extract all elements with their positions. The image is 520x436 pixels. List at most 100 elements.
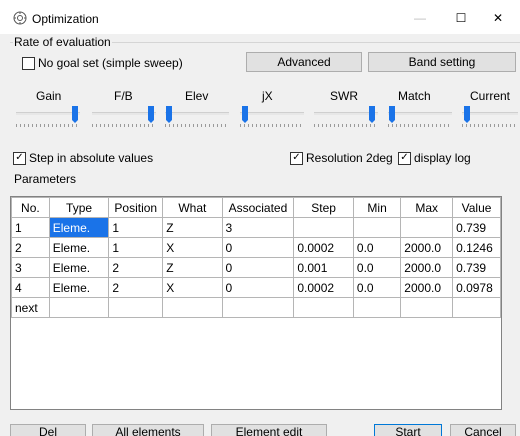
- elev-slider-thumb[interactable]: [166, 106, 172, 123]
- max-cell[interactable]: 2000.0: [400, 277, 454, 298]
- jx-slider-thumb[interactable]: [242, 106, 248, 123]
- table-row[interactable]: next: [11, 297, 501, 318]
- parameters-table: No. Type Position What Associated Step M…: [11, 197, 501, 318]
- no-goal-checkbox-box[interactable]: [22, 56, 35, 70]
- associated-cell[interactable]: 3: [221, 217, 295, 238]
- column-header-associated[interactable]: Associated: [221, 197, 295, 218]
- all-elements-button[interactable]: All elements: [92, 424, 204, 436]
- elev-label: Elev: [185, 89, 209, 103]
- parameters-label: Parameters: [14, 172, 77, 186]
- title-bar: Optimization — ☐ ✕: [0, 0, 520, 34]
- del-button[interactable]: Del: [10, 424, 86, 436]
- display-log-label: display log: [414, 151, 471, 165]
- table-row[interactable]: 4 Eleme. 2 X 0 0.0002 0.0 2000.0 0.0978: [11, 277, 501, 298]
- value-cell[interactable]: 0.739: [452, 257, 501, 278]
- row-number[interactable]: 3: [11, 257, 50, 278]
- what-cell[interactable]: X: [162, 237, 223, 258]
- what-cell[interactable]: Z: [162, 217, 223, 238]
- what-cell[interactable]: [162, 297, 223, 318]
- max-cell[interactable]: [400, 217, 454, 238]
- associated-cell[interactable]: 0: [221, 257, 295, 278]
- swr-label: SWR: [330, 89, 358, 103]
- position-cell[interactable]: 1: [108, 237, 164, 258]
- type-cell[interactable]: Eleme.: [48, 257, 110, 278]
- cancel-button[interactable]: Cancel: [450, 424, 516, 436]
- min-cell[interactable]: [352, 217, 402, 238]
- fb-slider-thumb[interactable]: [148, 106, 154, 123]
- max-cell[interactable]: [400, 297, 454, 318]
- type-cell[interactable]: Eleme.: [48, 277, 110, 298]
- table-row[interactable]: 3 Eleme. 2 Z 0 0.001 0.0 2000.0 0.739: [11, 257, 501, 278]
- resolution-2deg-checkbox[interactable]: ✓ Resolution 2deg: [290, 151, 393, 165]
- min-cell[interactable]: 0.0: [352, 257, 402, 278]
- step-cell[interactable]: 0.0002: [293, 277, 354, 298]
- column-header-position[interactable]: Position: [108, 197, 164, 218]
- min-cell[interactable]: [352, 297, 402, 318]
- associated-cell[interactable]: 0: [221, 237, 295, 258]
- row-number[interactable]: next: [11, 297, 50, 318]
- jx-slider[interactable]: [240, 106, 304, 127]
- element-edit-button[interactable]: Element edit: [211, 424, 327, 436]
- step-cell[interactable]: 0.0002: [293, 237, 354, 258]
- value-cell[interactable]: 0.0978: [452, 277, 501, 298]
- match-slider[interactable]: [388, 106, 452, 127]
- row-number[interactable]: 2: [11, 237, 50, 258]
- min-cell[interactable]: 0.0: [352, 237, 402, 258]
- what-cell[interactable]: X: [162, 277, 223, 298]
- step-cell[interactable]: [293, 297, 354, 318]
- row-number[interactable]: 4: [11, 277, 50, 298]
- position-cell[interactable]: 2: [108, 277, 164, 298]
- column-header-what[interactable]: What: [162, 197, 223, 218]
- step-cell[interactable]: [293, 217, 354, 238]
- optimization-app-icon: [13, 11, 27, 25]
- maximize-button[interactable]: ☐: [441, 6, 481, 30]
- min-cell[interactable]: 0.0: [352, 277, 402, 298]
- display-log-checkbox-box[interactable]: ✓: [398, 151, 411, 165]
- match-slider-thumb[interactable]: [389, 106, 395, 123]
- swr-slider-thumb[interactable]: [369, 106, 375, 123]
- column-header-min[interactable]: Min: [352, 197, 402, 218]
- elev-slider[interactable]: [165, 106, 229, 127]
- type-cell[interactable]: [48, 297, 110, 318]
- advanced-button[interactable]: Advanced: [246, 52, 362, 72]
- position-cell[interactable]: [108, 297, 164, 318]
- column-header-type[interactable]: Type: [48, 197, 110, 218]
- value-cell[interactable]: [452, 297, 501, 318]
- column-header-no[interactable]: No.: [11, 197, 50, 218]
- table-row[interactable]: 1 Eleme. 1 Z 3 0.739: [11, 217, 501, 238]
- current-slider[interactable]: [462, 106, 518, 127]
- display-log-checkbox[interactable]: ✓ display log: [398, 151, 471, 165]
- resolution-2deg-checkbox-box[interactable]: ✓: [290, 151, 303, 165]
- position-cell[interactable]: 2: [108, 257, 164, 278]
- type-cell[interactable]: Eleme.: [48, 237, 110, 258]
- gain-slider-thumb[interactable]: [72, 106, 78, 123]
- no-goal-checkbox[interactable]: No goal set (simple sweep): [22, 56, 183, 70]
- row-number[interactable]: 1: [11, 217, 50, 238]
- fb-slider[interactable]: [92, 106, 156, 127]
- what-cell[interactable]: Z: [162, 257, 223, 278]
- minimize-button[interactable]: —: [400, 6, 440, 30]
- column-header-max[interactable]: Max: [400, 197, 454, 218]
- type-cell[interactable]: Eleme.: [48, 217, 110, 238]
- column-header-step[interactable]: Step: [293, 197, 354, 218]
- close-button[interactable]: ✕: [478, 6, 518, 30]
- start-button[interactable]: Start: [374, 424, 442, 436]
- value-cell[interactable]: 0.739: [452, 217, 501, 238]
- absolute-values-checkbox[interactable]: ✓ Step in absolute values: [13, 151, 153, 165]
- absolute-values-label: Step in absolute values: [29, 151, 154, 165]
- absolute-values-checkbox-box[interactable]: ✓: [13, 151, 26, 165]
- step-cell[interactable]: 0.001: [293, 257, 354, 278]
- associated-cell[interactable]: [221, 297, 295, 318]
- column-header-value[interactable]: Value: [452, 197, 501, 218]
- max-cell[interactable]: 2000.0: [400, 257, 454, 278]
- parameters-grid[interactable]: No. Type Position What Associated Step M…: [10, 196, 502, 410]
- swr-slider[interactable]: [314, 106, 378, 127]
- gain-slider[interactable]: [16, 106, 80, 127]
- band-setting-button[interactable]: Band setting: [368, 52, 516, 72]
- current-slider-thumb[interactable]: [464, 106, 470, 123]
- value-cell[interactable]: 0.1246: [452, 237, 501, 258]
- position-cell[interactable]: 1: [108, 217, 164, 238]
- table-row[interactable]: 2 Eleme. 1 X 0 0.0002 0.0 2000.0 0.1246: [11, 237, 501, 258]
- associated-cell[interactable]: 0: [221, 277, 295, 298]
- max-cell[interactable]: 2000.0: [400, 237, 454, 258]
